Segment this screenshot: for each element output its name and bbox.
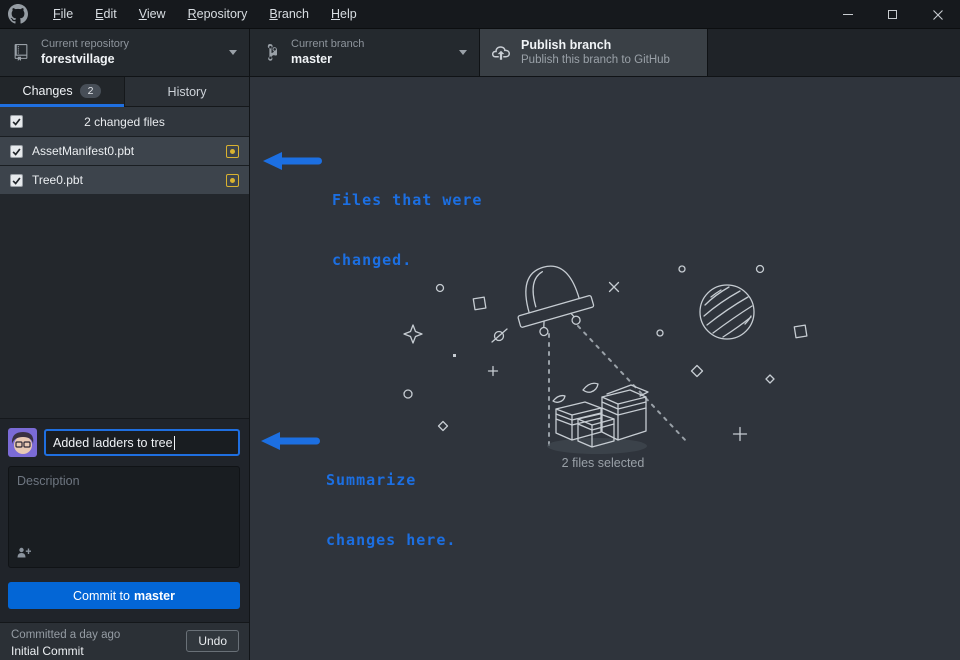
chevron-down-icon [229, 50, 237, 55]
avatar [8, 428, 37, 457]
tab-changes[interactable]: Changes 2 [0, 77, 124, 107]
sidebar-tabs: Changes 2 History [0, 77, 249, 107]
modified-status-icon [226, 145, 239, 158]
maximize-button[interactable] [870, 0, 915, 29]
annotation-files-changed: Files that were changed. [332, 150, 482, 310]
cloud-upload-icon [492, 44, 510, 62]
menu-repository[interactable]: Repository [177, 3, 259, 25]
modified-status-icon [226, 174, 239, 187]
chevron-down-icon [459, 50, 467, 55]
publish-branch-button[interactable]: Publish branch Publish this branch to Gi… [480, 29, 708, 76]
menu-view[interactable]: View [128, 3, 177, 25]
repository-label: Current repository [41, 38, 129, 52]
file-name: AssetManifest0.pbt [32, 144, 226, 158]
branch-name: master [291, 52, 364, 68]
publish-title: Publish branch [521, 38, 670, 54]
minimize-icon [843, 14, 853, 15]
changed-files-header: 2 changed files [0, 107, 249, 136]
repo-icon [12, 44, 30, 61]
titlebar: File Edit View Repository Branch Help [0, 0, 960, 29]
maximize-icon [888, 10, 897, 19]
menu-branch[interactable]: Branch [258, 3, 320, 25]
changes-count-badge: 2 [80, 84, 102, 98]
commit-button-prefix: Commit to [73, 589, 130, 603]
menu-edit[interactable]: Edit [84, 3, 128, 25]
undo-button[interactable]: Undo [186, 630, 239, 652]
github-logo-icon [8, 4, 28, 24]
file-row[interactable]: AssetManifest0.pbt [0, 136, 249, 165]
branch-icon [262, 44, 280, 61]
commit-description-input[interactable]: Description [8, 466, 240, 568]
current-branch-dropdown[interactable]: Current branch master [250, 29, 480, 76]
select-all-checkbox[interactable] [10, 115, 23, 128]
window-controls [825, 0, 960, 29]
text-caret [174, 436, 175, 450]
file-name: Tree0.pbt [32, 173, 226, 187]
commit-button-branch: master [134, 589, 175, 603]
menu-file[interactable]: File [42, 3, 84, 25]
publish-subtitle: Publish this branch to GitHub [521, 53, 670, 67]
commit-summary-value: Added ladders to tree [53, 436, 173, 450]
repository-name: forestvillage [41, 52, 129, 68]
last-commit-bar: Committed a day ago Initial Commit Undo [0, 622, 249, 660]
current-repository-dropdown[interactable]: Current repository forestvillage [0, 29, 250, 76]
annotation-summarize: Summarize changes here. [326, 430, 456, 590]
changed-files-count: 2 changed files [0, 115, 249, 129]
file-checkbox[interactable] [10, 145, 23, 158]
minimize-button[interactable] [825, 0, 870, 29]
close-icon [933, 10, 943, 20]
menu-help[interactable]: Help [320, 3, 368, 25]
file-row[interactable]: Tree0.pbt [0, 165, 249, 194]
file-checkbox[interactable] [10, 174, 23, 187]
annotation-arrow-icon [262, 151, 324, 171]
changes-sidebar: Changes 2 History 2 changed files AssetM… [0, 77, 250, 660]
tab-history-label: History [168, 85, 207, 99]
close-button[interactable] [915, 0, 960, 29]
toolbar: Current repository forestvillage Current… [0, 29, 960, 77]
tab-history[interactable]: History [124, 77, 249, 107]
github-desktop-window: File Edit View Repository Branch Help Cu… [0, 0, 960, 660]
commit-summary-input[interactable]: Added ladders to tree [44, 429, 240, 456]
add-coauthor-button[interactable] [17, 547, 31, 561]
annotation-arrow-icon [260, 431, 322, 451]
tab-changes-label: Changes [23, 84, 73, 98]
branch-label: Current branch [291, 38, 364, 52]
commit-button[interactable]: Commit to master [8, 582, 240, 609]
last-commit-status: Committed a day ago [11, 629, 120, 641]
commit-panel: Added ladders to tree Description Commit… [0, 418, 249, 622]
last-commit-title: Initial Commit [11, 644, 84, 658]
description-placeholder: Description [17, 474, 80, 488]
files-selected-caption: 2 files selected [503, 456, 703, 470]
